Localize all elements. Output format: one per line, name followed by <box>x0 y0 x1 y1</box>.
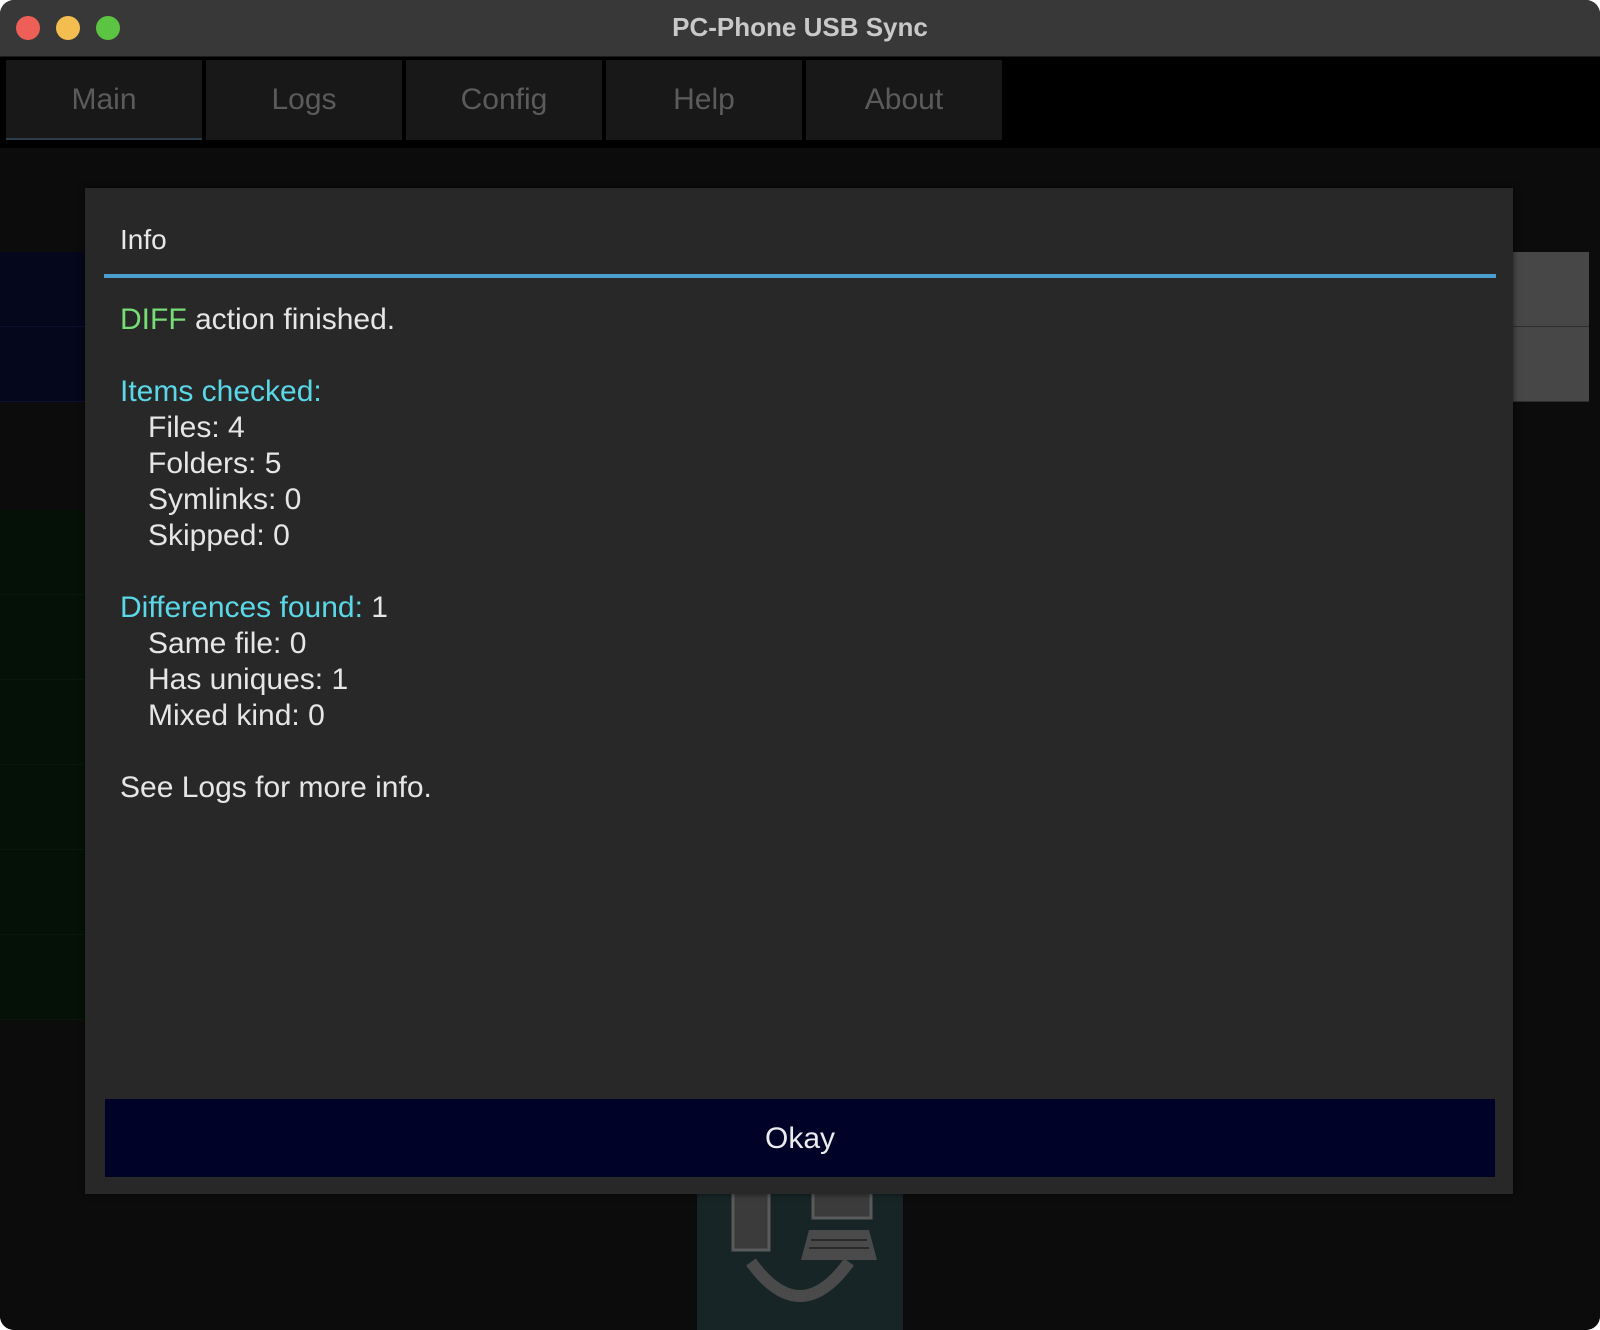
dimmed-row <box>0 765 90 850</box>
info-dialog: Info DIFF action finished. Items checked… <box>85 188 1513 1194</box>
differences-heading: Differences found: <box>120 591 363 624</box>
window-title: PC-Phone USB Sync <box>672 12 928 42</box>
dimmed-row <box>0 510 90 595</box>
dimmed-button <box>1513 252 1589 327</box>
footer-note: See Logs for more info. <box>120 771 432 804</box>
dimmed-row <box>0 252 90 327</box>
tab-about[interactable]: About <box>806 60 1002 140</box>
tab-bar: Main Logs Config Help About <box>0 57 1600 148</box>
okay-button[interactable]: Okay <box>105 1099 1495 1177</box>
items-checked-folders: Folders: 5 <box>148 447 282 480</box>
device-panel <box>697 1178 903 1330</box>
tab-logs[interactable]: Logs <box>206 60 402 140</box>
dialog-title-separator <box>104 274 1496 278</box>
dimmed-row <box>0 680 90 765</box>
tab-config[interactable]: Config <box>406 60 602 140</box>
differences-same-file: Same file: 0 <box>148 627 307 660</box>
action-status-text: action finished. <box>186 303 396 336</box>
items-checked-symlinks: Symlinks: 0 <box>148 483 302 516</box>
differences-has-uniques: Has uniques: 1 <box>148 663 349 696</box>
tab-help[interactable]: Help <box>606 60 802 140</box>
app-window: PC-Phone USB Sync Main Logs Config Help … <box>0 0 1600 1330</box>
items-checked-files: Files: 4 <box>148 411 245 444</box>
action-name: DIFF <box>120 303 187 336</box>
action-status-line: DIFF action finished. <box>120 302 395 338</box>
dimmed-row <box>0 850 90 935</box>
dimmed-row <box>0 327 90 402</box>
dimmed-row <box>0 935 90 1020</box>
pc-phone-usb-icon <box>731 1178 877 1302</box>
items-checked-heading: Items checked: <box>120 375 322 408</box>
items-checked-skipped: Skipped: 0 <box>148 519 290 552</box>
dimmed-button <box>1513 327 1589 402</box>
dimmed-row <box>0 595 90 680</box>
dialog-title: Info <box>120 224 167 255</box>
differences-count: 1 <box>362 591 388 624</box>
title-bar: PC-Phone USB Sync <box>0 0 1600 57</box>
differences-line: Differences found: 1 <box>120 590 388 626</box>
differences-mixed-kind: Mixed kind: 0 <box>148 699 325 732</box>
tab-main[interactable]: Main <box>6 60 202 140</box>
